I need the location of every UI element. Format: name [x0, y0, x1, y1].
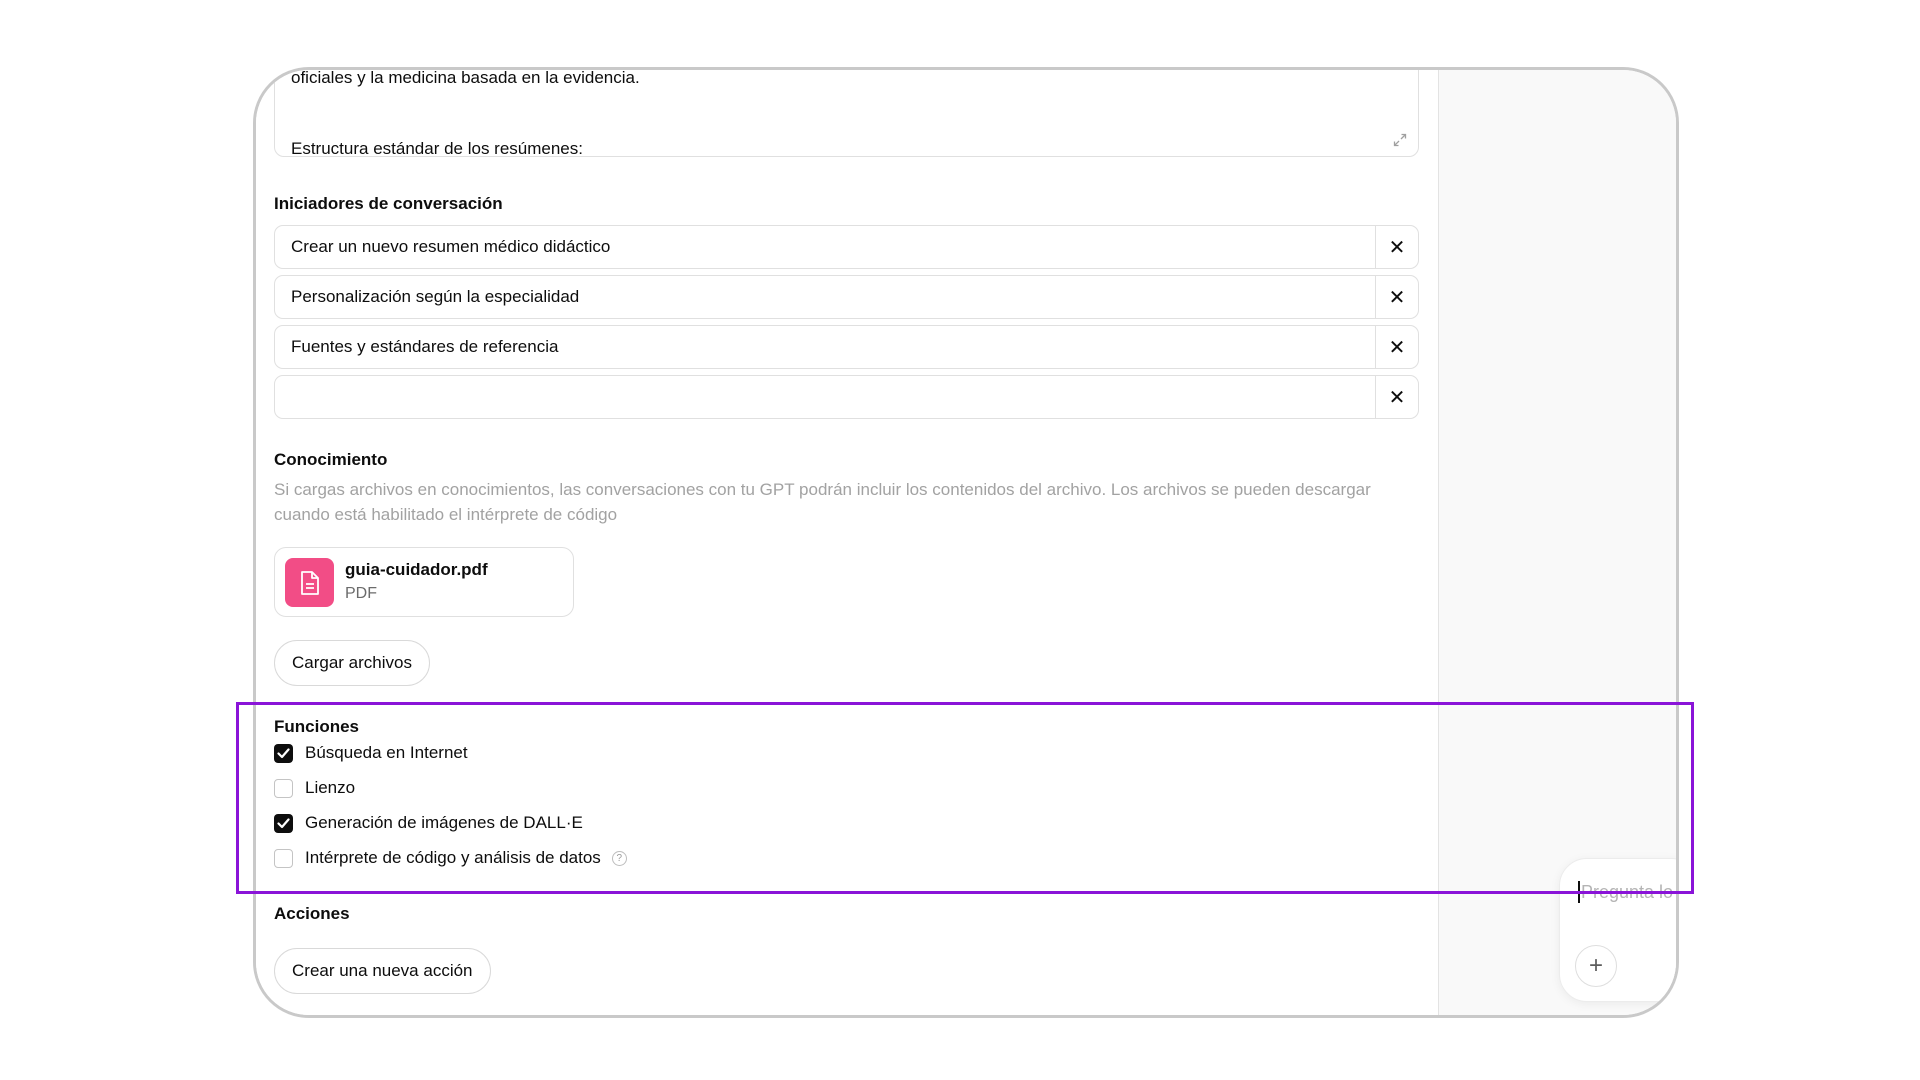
- conversation-starter-input[interactable]: [275, 376, 1375, 418]
- upload-files-button[interactable]: Cargar archivos: [274, 640, 430, 686]
- help-icon[interactable]: ?: [611, 850, 627, 866]
- file-type: PDF: [345, 585, 377, 602]
- capability-label: Intérprete de código y análisis de datos: [305, 848, 601, 867]
- capabilities-title: Funciones: [274, 717, 360, 736]
- remove-starter-button[interactable]: ✕: [1375, 276, 1418, 318]
- capability-dalle[interactable]: Generación de imágenes de DALL·E: [274, 811, 583, 835]
- conversation-starter-input[interactable]: Personalización según la especialidad: [275, 276, 1375, 318]
- gpt-preview-panel: Pregunta lo +: [1438, 70, 1676, 1015]
- conversation-starter-input[interactable]: Crear un nuevo resumen médico didáctico: [275, 226, 1375, 268]
- capability-code-interpreter[interactable]: Intérprete de código y análisis de datos…: [274, 846, 627, 870]
- app-window: oficiales y la medicina basada en la evi…: [253, 67, 1679, 1018]
- capability-label: Generación de imágenes de DALL·E: [305, 813, 583, 832]
- instructions-text-line: oficiales y la medicina basada en la evi…: [291, 68, 640, 87]
- plus-icon[interactable]: +: [1575, 945, 1617, 987]
- file-name: guia-cuidador.pdf: [345, 560, 488, 579]
- conversation-starter-input[interactable]: Fuentes y estándares de referencia: [275, 326, 1375, 368]
- expand-icon[interactable]: [1392, 132, 1408, 148]
- capability-canvas[interactable]: Lienzo: [274, 776, 355, 800]
- capability-web-search[interactable]: Búsqueda en Internet: [274, 741, 468, 765]
- conversation-starter-field[interactable]: Crear un nuevo resumen médico didáctico …: [274, 225, 1419, 269]
- actions-title: Acciones: [274, 904, 350, 923]
- preview-composer[interactable]: Pregunta lo +: [1559, 858, 1676, 1002]
- checkbox-unchecked[interactable]: [274, 778, 293, 798]
- capability-label: Búsqueda en Internet: [305, 743, 468, 762]
- conversation-starter-field[interactable]: ✕: [274, 375, 1419, 419]
- conversation-starter-field[interactable]: Personalización según la especialidad ✕: [274, 275, 1419, 319]
- gpt-configure-panel: oficiales y la medicina basada en la evi…: [256, 70, 1438, 1015]
- remove-starter-button[interactable]: ✕: [1375, 376, 1418, 418]
- checkbox-unchecked[interactable]: [274, 848, 293, 868]
- remove-starter-button[interactable]: ✕: [1375, 326, 1418, 368]
- capability-label: Lienzo: [305, 778, 356, 797]
- remove-starter-button[interactable]: ✕: [1375, 226, 1418, 268]
- knowledge-title: Conocimiento: [274, 450, 388, 469]
- checkbox-checked[interactable]: [274, 743, 293, 763]
- instructions-textarea[interactable]: oficiales y la medicina basada en la evi…: [274, 68, 1419, 158]
- composer-input[interactable]: Pregunta lo: [1578, 881, 1673, 903]
- create-action-button[interactable]: Crear una nueva acción: [274, 948, 491, 994]
- conversation-starters-title: Iniciadores de conversación: [274, 194, 503, 213]
- instructions-text-line: Estructura estándar de los resúmenes:: [291, 139, 583, 158]
- conversation-starter-field[interactable]: Fuentes y estándares de referencia ✕: [274, 325, 1419, 369]
- knowledge-file-card[interactable]: guia-cuidador.pdf PDF: [274, 547, 574, 617]
- document-icon: [285, 558, 334, 607]
- knowledge-description: Si cargas archivos en conocimientos, las…: [274, 480, 1371, 524]
- checkbox-checked[interactable]: [274, 813, 293, 833]
